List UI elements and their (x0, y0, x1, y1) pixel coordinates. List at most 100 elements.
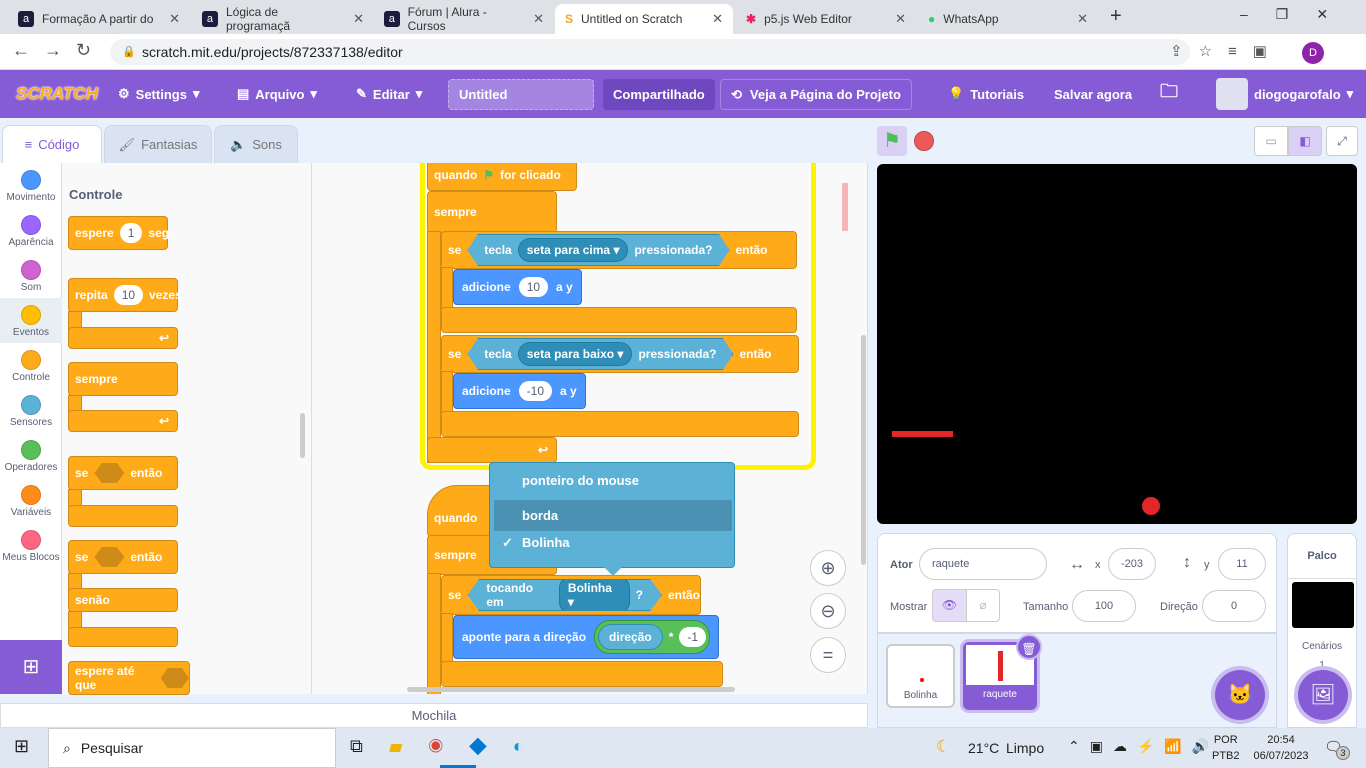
taskbar-apps[interactable]: ⧉▰◉◆◐ (350, 736, 550, 757)
fullscreen-button[interactable]: ⤢ (1326, 126, 1358, 156)
key-dropdown[interactable]: seta para baixo ▾ (517, 342, 633, 366)
browser-tab[interactable]: ● WhatsApp ✕ (918, 4, 1098, 34)
point-in-direction-block[interactable]: aponte para a direção direção * -1 (453, 615, 720, 659)
stage-panel[interactable]: Palco Cenários 1 🖼 (1287, 533, 1357, 728)
sprite-thumb-bolinha[interactable]: Bolinha (886, 644, 955, 708)
tutorials-button[interactable]: 💡 Tutoriais (948, 70, 1024, 118)
paddle-sprite[interactable] (892, 431, 953, 437)
change-y-block[interactable]: adicione 10 a y (453, 269, 582, 305)
browser-tab-active[interactable]: S Untitled on Scratch ✕ (555, 4, 733, 34)
add-sprite-button[interactable]: 🐱 (1215, 670, 1265, 720)
system-tray-icons[interactable]: ⌃▣☁⚡📶🔊 (1068, 738, 1219, 755)
language-indicator[interactable]: POR PTB2 (1212, 732, 1240, 764)
settings-menu[interactable]: ⚙ Settings ▾ (118, 70, 199, 118)
change-y-block[interactable]: adicione -10 a y (453, 373, 586, 409)
palette-scrollbar[interactable] (300, 413, 305, 458)
if-then-block[interactable]: se tecla seta para baixo ▾ pressionada? en… (441, 335, 799, 373)
save-now-button[interactable]: Salvar agora (1054, 70, 1132, 118)
if-then-block[interactable]: se então (68, 456, 178, 490)
stage-thumbnail[interactable] (1292, 582, 1354, 628)
dropdown-item[interactable]: ponteiro do mouse (494, 465, 732, 496)
zoom-reset-button[interactable]: = (810, 637, 846, 673)
boolean-slot[interactable] (94, 463, 125, 483)
block-input[interactable]: -10 (518, 381, 553, 401)
clock[interactable]: 20:54 06/07/2023 (1248, 732, 1314, 764)
backpack-bar[interactable]: Mochila (0, 703, 868, 728)
category-control[interactable]: Controle (0, 343, 62, 388)
category-sensing[interactable]: Sensores (0, 388, 62, 433)
category-my-blocks[interactable]: Meus Blocos (0, 523, 62, 568)
browser-tab[interactable]: a Fórum | Alura - Cursos ✕ (374, 4, 554, 34)
forever-block[interactable]: sempre (68, 362, 178, 396)
block-input[interactable]: 10 (518, 277, 549, 297)
category-looks[interactable]: Aparência (0, 208, 62, 253)
browser-tab[interactable]: ✱ p5.js Web Editor ✕ (736, 4, 916, 34)
direction-reporter[interactable]: direção (598, 624, 663, 650)
category-events[interactable]: Eventos (0, 298, 62, 343)
category-motion[interactable]: Movimento (0, 163, 62, 208)
zoom-in-button[interactable]: ⊕ (810, 550, 846, 586)
boolean-slot[interactable] (160, 668, 189, 688)
workspace-hscrollbar[interactable] (407, 687, 735, 692)
tab-code[interactable]: ≡ Código (2, 125, 102, 163)
edit-menu[interactable]: ✎ Editar ▾ (356, 70, 422, 118)
see-project-page-button[interactable]: ⟲ Veja a Página do Projeto (720, 79, 912, 110)
key-dropdown[interactable]: seta para cima ▾ (517, 238, 629, 262)
category-variables[interactable]: Variáveis (0, 478, 62, 523)
zoom-out-button[interactable]: ⊖ (810, 593, 846, 629)
close-icon[interactable]: ✕ (895, 11, 906, 27)
close-icon[interactable]: ✕ (712, 11, 723, 27)
new-tab-button[interactable]: + (1110, 5, 1122, 28)
share-button[interactable]: Compartilhado (603, 79, 715, 110)
sprite-name-input[interactable]: raquete (919, 548, 1047, 580)
category-operators[interactable]: Operadores (0, 433, 62, 478)
ball-sprite[interactable] (1142, 497, 1160, 515)
hide-button[interactable]: ⌀ (966, 589, 1000, 622)
workspace-vscrollbar[interactable] (861, 335, 866, 565)
close-icon[interactable]: ✕ (533, 11, 544, 27)
weather-desc[interactable]: Limpo (1006, 740, 1044, 756)
browser-toolbar-icons[interactable]: ⇪☆≡▣ (1170, 42, 1283, 60)
when-flag-clicked-block[interactable]: quando ⚑ for clicado (427, 163, 577, 191)
touching-block[interactable]: tocando em Bolinha ▾? (467, 579, 662, 611)
tab-costumes[interactable]: 🖌 Fantasias (104, 125, 212, 163)
weather-temp[interactable]: 21°C (968, 740, 999, 756)
block-input[interactable]: 1 (119, 223, 143, 243)
y-input[interactable]: 11 (1218, 548, 1266, 580)
close-icon[interactable]: ✕ (353, 11, 364, 27)
stop-button[interactable] (914, 131, 934, 151)
window-controls[interactable]: –❐✕ (1240, 6, 1356, 23)
project-title-input[interactable]: Untitled (448, 79, 594, 110)
file-menu[interactable]: ▤ Arquivo ▾ (237, 70, 317, 118)
stage-canvas[interactable] (877, 164, 1357, 524)
block-input[interactable]: -1 (679, 627, 707, 647)
category-sound[interactable]: Som (0, 253, 62, 298)
repeat-block[interactable]: repita 10 vezes (68, 278, 182, 312)
browser-tab[interactable]: a Lógica de programaçã ✕ (192, 4, 374, 34)
user-menu[interactable]: diogogarofalo ▾ (1216, 70, 1353, 118)
close-icon[interactable]: ✕ (1077, 11, 1088, 27)
x-input[interactable]: -203 (1108, 548, 1156, 580)
key-pressed-block[interactable]: tecla seta para baixo ▾ pressionada? (467, 338, 734, 370)
delete-sprite-icon[interactable]: 🗑 (1016, 634, 1042, 660)
if-else-block[interactable]: se então (68, 540, 178, 574)
nav-buttons[interactable]: ←→↻ (12, 40, 105, 61)
if-then-block[interactable]: se tocando em Bolinha ▾? então (441, 575, 701, 615)
profile-avatar[interactable]: D (1302, 42, 1324, 64)
browser-tab[interactable]: a Formação A partir do ✕ (8, 4, 190, 34)
small-stage-button[interactable]: ▭ (1254, 126, 1288, 156)
url-field[interactable]: 🔒 scratch.mit.edu/projects/872337138/edit… (110, 39, 1190, 65)
touching-dropdown[interactable]: Bolinha ▾ (558, 579, 630, 611)
green-flag-button[interactable]: ⚑ (877, 126, 907, 156)
scratch-logo[interactable]: SCRATCH (16, 70, 98, 118)
direction-input[interactable]: 0 (1202, 590, 1266, 622)
taskbar-search[interactable]: ⌕ Pesquisar (48, 728, 336, 768)
multiply-block[interactable]: direção * -1 (594, 620, 711, 654)
large-stage-button[interactable]: ◧ (1288, 126, 1322, 156)
boolean-slot[interactable] (94, 547, 125, 567)
tab-sounds[interactable]: 🔈 Sons (214, 125, 298, 163)
folder-icon[interactable]: 🗀 (1160, 70, 1178, 118)
close-icon[interactable]: ✕ (169, 11, 180, 27)
show-visible-button[interactable]: 👁 (932, 589, 967, 622)
add-extension-button[interactable]: ⊞ (0, 640, 62, 694)
